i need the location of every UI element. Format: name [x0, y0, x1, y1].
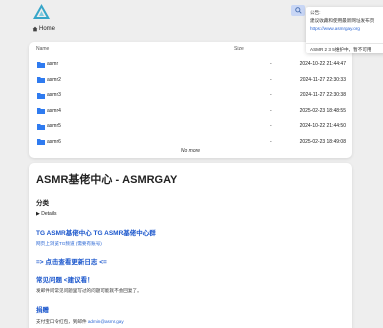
folder-icon [37, 123, 45, 130]
tg-browse-link[interactable]: 网页上浏览TG频道 (需要有账号) [36, 241, 102, 247]
file-size: - [270, 123, 272, 130]
folder-icon [37, 108, 45, 114]
breadcrumb-home[interactable]: Home [39, 26, 55, 32]
file-modified: 2025-02-23 18:49:08 [299, 138, 346, 145]
file-row-asmr5[interactable]: asmr5 - 2024-10-22 21:44:50 [29, 119, 352, 135]
file-modified: 2025-02-23 18:48:55 [299, 107, 346, 114]
file-row-asmr3[interactable]: asmr3 - 2024-11-27 22:30:38 [29, 88, 352, 104]
changelog-link[interactable]: => 点击查看更新日志 <= [36, 256, 107, 266]
column-name[interactable]: Name [36, 46, 49, 52]
file-name[interactable]: asmr4 [47, 108, 61, 114]
folder-icon [37, 139, 45, 145]
file-row-asmr[interactable]: asmr - 2024-10-22 21:44:47 [29, 57, 352, 73]
folder-icon [37, 77, 45, 83]
file-list: Name Size asmr - 2024-10-22 21:44:47 asm… [29, 42, 352, 158]
search-icon [294, 7, 302, 14]
file-modified: 2024-10-22 21:44:47 [299, 61, 346, 68]
readme-panel: ASMR基佬中心 - ASMRGAY 分类 ▶ Details TG ASMR基… [29, 163, 352, 328]
file-name[interactable]: asmr6 [47, 139, 61, 145]
search-button[interactable] [291, 5, 305, 16]
category-heading: 分类 [36, 200, 49, 207]
notice-line2: ASMR 2 3 5维护中，暂不可用 [310, 47, 372, 52]
file-size: - [270, 61, 272, 68]
breadcrumb[interactable]: Home [32, 26, 55, 32]
donate-description: 支付宝口令红包，到邮件 [36, 319, 87, 324]
file-size: - [270, 107, 272, 114]
file-size: - [270, 76, 272, 83]
tg-heading-link[interactable]: TG ASMR基佬中心 TG ASMR基佬中心群 [36, 227, 156, 237]
donate-email-link[interactable]: admin@asmr.gay [88, 319, 124, 324]
file-name[interactable]: asmr2 [47, 77, 61, 83]
file-row-asmr2[interactable]: asmr2 - 2024-11-27 22:30:33 [29, 72, 352, 88]
folder-icon [37, 61, 45, 68]
file-name[interactable]: asmr5 [47, 123, 61, 129]
file-row-asmr4[interactable]: asmr4 - 2025-02-23 18:48:55 [29, 103, 352, 119]
file-name[interactable]: asmr [47, 61, 58, 67]
readme-title: ASMR基佬中心 - ASMRGAY [36, 174, 178, 186]
announcement-popup: 公告: 建议收藏和使用最新网址发布页 https://www.asmrgay.o… [306, 7, 383, 53]
notice-line1: 建议收藏和使用最新网址发布页 [310, 18, 375, 23]
faq-heading[interactable]: 常见问题 <建议看！ [36, 274, 94, 284]
details-toggle[interactable]: ▶ Details [36, 211, 57, 217]
file-size: - [270, 138, 272, 145]
notice-divider [306, 43, 383, 44]
column-size[interactable]: Size [234, 46, 244, 52]
file-name[interactable]: asmr3 [47, 92, 61, 98]
notice-url-link[interactable]: https://www.asmrgay.org [310, 26, 360, 31]
logo-icon[interactable] [33, 4, 50, 19]
faq-text: 发邮件问常见问题里写过的问题可能就不会回复了。 [36, 288, 142, 293]
donate-heading: 捐赠 [36, 307, 49, 314]
file-size: - [270, 92, 272, 99]
no-more-label: No more [180, 148, 201, 154]
donate-text: 支付宝口令红包，到邮件 admin@asmr.gay [36, 319, 124, 325]
file-modified: 2024-10-22 21:44:50 [299, 123, 346, 130]
home-icon [32, 26, 38, 32]
folder-icon [37, 92, 45, 99]
notice-title: 公告: [310, 10, 321, 15]
file-modified: 2024-11-27 22:30:38 [299, 92, 346, 99]
file-modified: 2024-11-27 22:30:33 [299, 76, 346, 83]
